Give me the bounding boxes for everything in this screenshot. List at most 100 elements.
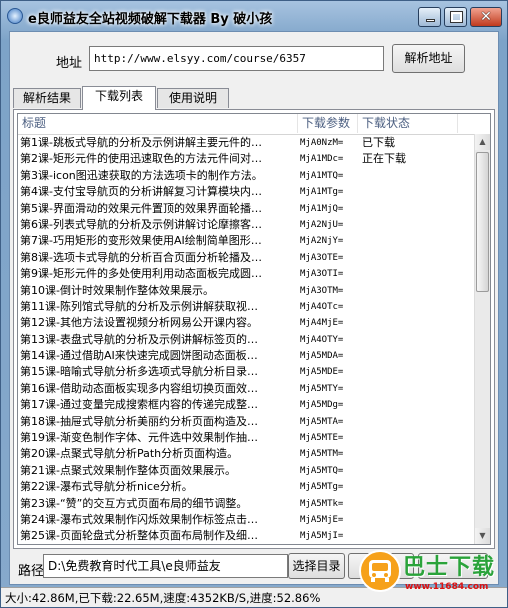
table-row[interactable]: 第12课-其他方法设置视频分析网易公开课内容。 MjA4MjE= (18, 315, 474, 331)
scroll-down-icon[interactable]: ▼ (475, 528, 490, 544)
row-param: MjA5MjI= (300, 531, 344, 542)
row-title: 第5课-界面滑动的效果元件置顶的效果界面轮播… (20, 201, 262, 215)
parse-address-button[interactable]: 解析地址 (392, 44, 465, 73)
row-title: 第19课-渐变色制作字体、元件选中效果制作抽… (20, 431, 258, 445)
table-row[interactable]: 第20课-点聚式导航分析Path分析页面构造。 MjA5MTM= (18, 446, 474, 462)
table-row[interactable]: 第22课-瀑布式导航分析nice分析。 MjA5MTg= (18, 479, 474, 495)
row-title: 第4课-支付宝导航页的分析讲解复习计算模块内… (20, 185, 262, 199)
url-input[interactable]: http://www.elsyy.com/course/6357 (89, 46, 384, 71)
row-param: MjA1MjQ= (300, 203, 344, 214)
url-label: 地址 (56, 56, 83, 71)
row-param: MjA5MjE= (300, 514, 344, 525)
row-param: MjA5MDE= (300, 367, 344, 378)
download-list-panel: 标题 下载参数 下载状态 第1课-跳板式导航的分析及示例讲解主要元件的… MjA0… (13, 109, 495, 549)
row-param: MjA1MTg= (300, 187, 344, 198)
choose-directory-button[interactable]: 选择目录 (288, 553, 345, 579)
row-param: MjA5MTQ= (300, 465, 344, 476)
row-title: 第12课-其他方法设置视频分析网易公开课内容。 (20, 316, 258, 330)
table-row[interactable]: 第10课-倒计时效果制作整体效果展示。 MjA3OTM= (18, 283, 474, 299)
column-header-title[interactable]: 标题 (18, 114, 298, 133)
watermark-url: www.11684.com (405, 582, 489, 592)
row-title: 第24课-瀑布式效果制作闪烁效果制作标签点击… (20, 512, 258, 526)
window-title: e良师益友全站视频破解下载器 By 破小孩 (28, 12, 273, 27)
row-param: MjA5MTE= (300, 433, 344, 444)
row-status: 正在下载 (362, 152, 406, 166)
table-row[interactable]: 第3课-icon图迅速获取的方法选项卡的制作方法。 MjA1MTQ= (18, 168, 474, 184)
row-status: 已下载 (362, 136, 395, 149)
app-icon (7, 8, 23, 24)
row-param: MjA3OTM= (300, 285, 344, 296)
row-param: MjA4MjE= (300, 318, 344, 329)
watermark-logo-icon (359, 550, 401, 592)
row-title: 第10课-倒计时效果制作整体效果展示。 (20, 283, 214, 297)
title-bar[interactable]: e良师益友全站视频破解下载器 By 破小孩 ✕ (1, 1, 507, 31)
row-param: MjA5MTA= (300, 416, 344, 427)
table-row[interactable]: 第15课-暗喻式导航分析多选项式导航分析目录… MjA5MDE= (18, 364, 474, 380)
table-row[interactable]: 第14课-通过借助AI来快速完成圆饼图动态面板… MjA5MDA= (18, 348, 474, 364)
row-title: 第18课-抽屉式导航分析美丽约分析页面构造及… (20, 414, 258, 428)
table-row[interactable]: 第1课-跳板式导航的分析及示例讲解主要元件的… MjA0NzM= 已下载 (18, 135, 474, 151)
row-title: 第2课-矩形元件的使用迅速取色的方法元件间对… (20, 152, 262, 166)
table-row[interactable]: 第11课-陈列馆式导航的分析及示例讲解获取视… MjA4OTc= (18, 299, 474, 315)
row-title: 第21课-点聚式效果制作整体页面效果展示。 (20, 463, 236, 477)
table-row[interactable]: 第13课-表盘式导航的分析及示例讲解标签页的… MjA4OTY= (18, 332, 474, 348)
row-title: 第20课-点聚式导航分析Path分析页面构造。 (20, 447, 239, 461)
table-row[interactable]: 第21课-点聚式效果制作整体页面效果展示。 MjA5MTQ= (18, 463, 474, 479)
row-param: MjA4OTc= (300, 301, 344, 312)
row-title: 第6课-列表式导航的分析及示例讲解讨论摩擦客… (20, 217, 262, 231)
row-param: MjA2NjU= (300, 219, 344, 230)
tab-parse-result[interactable]: 解析结果 (13, 88, 81, 108)
table-row[interactable]: 第18课-抽屉式导航分析美丽约分析页面构造及… MjA5MTA= (18, 414, 474, 430)
table-row[interactable]: 第25课-页面轮盘式分析整体页面布局制作及细… MjA5MjI= (18, 528, 474, 544)
row-title: 第13课-表盘式导航的分析及示例讲解标签页的… (20, 332, 258, 346)
table-row[interactable]: 第6课-列表式导航的分析及示例讲解讨论摩擦客… MjA2NjU= (18, 217, 474, 233)
column-header-param[interactable]: 下载参数 (298, 114, 358, 133)
column-header-status[interactable]: 下载状态 (358, 114, 458, 133)
close-button[interactable]: ✕ (470, 7, 502, 27)
table-row[interactable]: 第2课-矩形元件的使用迅速取色的方法元件间对… MjA1MDc= 正在下载 (18, 151, 474, 167)
row-param: MjA1MDc= (300, 154, 344, 165)
table-row[interactable]: 第7课-巧用矩形的变形效果使用AI绘制简单图形… MjA2NjY= (18, 233, 474, 249)
row-param: MjA3OTE= (300, 252, 344, 263)
row-title: 第16课-借助动态面板实现多内容组切换页面效… (20, 381, 258, 395)
close-icon: ✕ (480, 9, 492, 25)
table-row[interactable]: 第19课-渐变色制作字体、元件选中效果制作抽… MjA5MTE= (18, 430, 474, 446)
client-area: 地址 http://www.elsyy.com/course/6357 解析地址… (9, 31, 499, 585)
vertical-scrollbar[interactable]: ▲ ▼ (474, 134, 490, 544)
tab-usage-help[interactable]: 使用说明 (157, 88, 229, 108)
row-title: 第15课-暗喻式导航分析多选项式导航分析目录… (20, 365, 258, 379)
table-row[interactable]: 第9课-矩形元件的多处使用利用动态面板完成圆… MjA3OTI= (18, 266, 474, 282)
row-param: MjA3OTI= (300, 269, 344, 280)
table-row[interactable]: 第5课-界面滑动的效果元件置顶的效果界面轮播… MjA1MjQ= (18, 201, 474, 217)
row-param: MjA4OTY= (300, 334, 344, 345)
maximize-icon (450, 11, 463, 23)
row-param: MjA5MTY= (300, 383, 344, 394)
row-param: MjA5MTg= (300, 482, 344, 493)
row-param: MjA5MDA= (300, 351, 344, 362)
main-window: e良师益友全站视频破解下载器 By 破小孩 ✕ 地址 http://www.el… (0, 0, 508, 608)
row-title: 第23课-“赞”的交互方式页面布局的细节调整。 (20, 496, 248, 510)
path-label: 路径 (18, 564, 45, 579)
row-title: 第1课-跳板式导航的分析及示例讲解主要元件的… (20, 136, 262, 149)
row-title: 第8课-选项卡式导航的分析百合页面分析轮播及… (20, 250, 262, 264)
table-row[interactable]: 第23课-“赞”的交互方式页面布局的细节调整。 MjA5MTk= (18, 496, 474, 512)
table-row[interactable]: 第24课-瀑布式效果制作闪烁效果制作标签点击… MjA5MjE= (18, 512, 474, 528)
path-input[interactable]: D:\免费教育时代工具\e良师益友 (43, 554, 288, 578)
list-rows: 第1课-跳板式导航的分析及示例讲解主要元件的… MjA0NzM= 已下载第2课-矩形… (18, 135, 474, 544)
minimize-button[interactable] (418, 7, 441, 27)
minimize-icon (426, 19, 435, 22)
table-row[interactable]: 第16课-借助动态面板实现多内容组切换页面效… MjA5MTY= (18, 381, 474, 397)
tab-download-list[interactable]: 下载列表 (82, 86, 156, 110)
download-list[interactable]: 标题 下载参数 下载状态 第1课-跳板式导航的分析及示例讲解主要元件的… MjA0… (17, 113, 491, 545)
maximize-button[interactable] (444, 7, 467, 27)
scroll-thumb[interactable] (476, 152, 489, 292)
table-row[interactable]: 第4课-支付宝导航页的分析讲解复习计算模块内… MjA1MTg= (18, 184, 474, 200)
scroll-up-icon[interactable]: ▲ (475, 134, 490, 150)
list-header: 标题 下载参数 下载状态 (18, 114, 490, 135)
row-title: 第25课-页面轮盘式分析整体页面布局制作及细… (20, 529, 258, 543)
table-row[interactable]: 第17课-通过变量完成搜索框内容的传递完成整… MjA5MDg= (18, 397, 474, 413)
row-title: 第7课-巧用矩形的变形效果使用AI绘制简单图形… (20, 234, 262, 248)
row-param: MjA1MTQ= (300, 170, 344, 181)
table-row[interactable]: 第8课-选项卡式导航的分析百合页面分析轮播及… MjA3OTE= (18, 250, 474, 266)
row-param: MjA0NzM= (300, 138, 344, 148)
